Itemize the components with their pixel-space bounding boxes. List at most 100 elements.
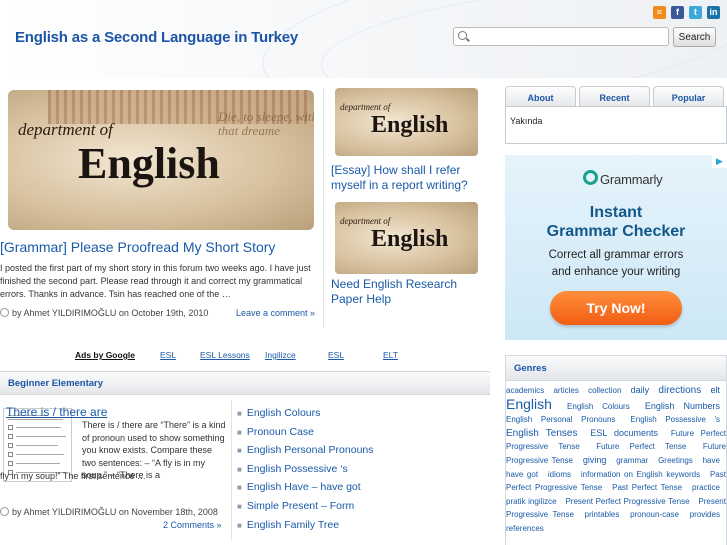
tag-link[interactable]: references bbox=[506, 524, 544, 533]
adchoices-icon[interactable]: ▶ bbox=[712, 155, 727, 168]
category-header: Beginner Elementary bbox=[0, 371, 490, 395]
post-meta-text: by Ahmet YILDIRIMOĞLU on November 18th, … bbox=[12, 507, 218, 517]
tab-about[interactable]: About bbox=[505, 86, 576, 107]
ads-by-google-label[interactable]: Ads by Google bbox=[75, 350, 135, 360]
tag-link[interactable]: ESL documents bbox=[590, 428, 658, 438]
bullet-icon: ■ bbox=[237, 501, 242, 511]
tag-link[interactable]: have got bbox=[506, 470, 538, 479]
twitter-icon[interactable]: t bbox=[689, 6, 702, 19]
leave-comment-link[interactable]: Leave a comment » bbox=[236, 308, 315, 318]
bullet-icon: ■ bbox=[237, 464, 242, 474]
image-caption-word: English bbox=[371, 112, 449, 138]
sidebar-tabs: About Recent Popular bbox=[505, 86, 727, 107]
tag-link[interactable]: English Colours bbox=[567, 402, 630, 411]
tab-recent[interactable]: Recent bbox=[579, 86, 650, 107]
side-post-image[interactable]: department of English bbox=[335, 88, 478, 156]
image-caption-word: English bbox=[78, 139, 220, 188]
tag-link[interactable]: printables bbox=[585, 510, 620, 519]
featured-post-excerpt: I posted the first part of my short stor… bbox=[0, 263, 311, 299]
category-title[interactable]: Beginner Elementary bbox=[8, 378, 103, 389]
tag-link[interactable]: information on English keywords bbox=[581, 470, 700, 479]
try-now-button[interactable]: Try Now! bbox=[550, 291, 682, 325]
tag-link[interactable]: practice bbox=[692, 483, 720, 492]
bullet-icon: ■ bbox=[237, 409, 242, 418]
list-item[interactable]: ■ English Family Tree bbox=[237, 518, 374, 537]
tag-link[interactable]: Future Perfect Tense bbox=[596, 442, 686, 451]
category-post-title[interactable]: There is / there are bbox=[6, 405, 107, 419]
category-post-excerpt-end: fly in my soup!” The first sentence … bbox=[0, 471, 146, 481]
featured-post-title[interactable]: [Grammar] Please Proofread My Short Stor… bbox=[0, 239, 275, 255]
ad-link[interactable]: ELT bbox=[383, 350, 398, 360]
ad-link[interactable]: Ingilizce bbox=[265, 350, 296, 360]
search-icon bbox=[458, 31, 467, 40]
image-caption-dept: department of bbox=[340, 102, 391, 112]
list-item[interactable]: ■ Pronoun Case bbox=[237, 425, 374, 444]
tag-link[interactable]: grammar bbox=[616, 456, 648, 465]
ad-links-row: Ads by Google ESL ESL Lessons Ingilizce … bbox=[0, 350, 490, 362]
image-caption-dept: department of bbox=[340, 216, 391, 226]
search-button[interactable]: Search bbox=[673, 27, 716, 47]
category-post-meta: by Ahmet YILDIRIMOĞLU on November 18th, … bbox=[0, 507, 218, 517]
bullet-icon: ■ bbox=[237, 446, 242, 456]
genres-panel: academics articles collection daily dire… bbox=[505, 380, 727, 545]
divider bbox=[231, 400, 232, 540]
tag-link[interactable]: Present Perfect Progressive Tense bbox=[565, 497, 689, 506]
tag-cloud: academics articles collection daily dire… bbox=[506, 384, 726, 536]
bullet-icon: ■ bbox=[237, 520, 242, 530]
tag-link[interactable]: English bbox=[506, 396, 552, 412]
rss-icon[interactable]: ≈ bbox=[653, 6, 666, 19]
tag-link[interactable]: English Personal Pronouns bbox=[506, 415, 615, 424]
facebook-icon[interactable]: f bbox=[671, 6, 684, 19]
featured-post-image[interactable]: department of English Die, to sleepe, wi… bbox=[8, 90, 314, 230]
bullet-icon: ■ bbox=[237, 483, 242, 493]
tag-link[interactable]: elt bbox=[710, 385, 720, 395]
site-title[interactable]: English as a Second Language in Turkey bbox=[15, 29, 298, 46]
image-caption-dept: department of bbox=[18, 120, 113, 139]
tag-link[interactable]: directions bbox=[658, 385, 701, 396]
side-post-image[interactable]: department of English bbox=[335, 202, 478, 274]
tag-link[interactable]: English Tenses bbox=[506, 428, 577, 439]
search-box bbox=[453, 27, 669, 46]
tag-link[interactable]: Past Perfect Tense bbox=[612, 483, 682, 492]
tag-link[interactable]: daily bbox=[631, 385, 650, 395]
list-item[interactable]: ■ English Possessive ‘s bbox=[237, 462, 374, 481]
search-input[interactable] bbox=[470, 29, 665, 44]
tag-link[interactable]: pratik ingilizce bbox=[506, 497, 557, 506]
tag-link[interactable]: idioms bbox=[548, 470, 571, 479]
list-item[interactable]: ■ Simple Present – Form bbox=[237, 499, 374, 518]
tag-link[interactable]: English Possessive 's bbox=[630, 415, 720, 424]
genres-title: Genres bbox=[514, 363, 547, 374]
tag-link[interactable]: collection bbox=[588, 386, 621, 395]
side-post-title[interactable]: Need English Research Paper Help bbox=[331, 277, 491, 307]
tag-link[interactable]: giving bbox=[583, 455, 607, 465]
ad-brand: Grammarly bbox=[600, 172, 663, 187]
tab-popular[interactable]: Popular bbox=[653, 86, 724, 107]
tab-panel: Yakında bbox=[505, 106, 727, 144]
grammarly-ad[interactable]: Grammarly Instant Grammar Checker Correct… bbox=[505, 155, 727, 340]
comments-link[interactable]: 2 Comments » bbox=[163, 520, 222, 530]
featured-post-meta: by Ahmet YILDIRIMOĞLU on October 19th, 2… bbox=[0, 308, 208, 318]
category-link-list: ■ English Colours ■ Pronoun Case ■ English … bbox=[237, 406, 374, 536]
ad-link[interactable]: ESL bbox=[328, 350, 344, 360]
tag-link[interactable]: provides bbox=[690, 510, 720, 519]
tag-link[interactable]: pronoun-case bbox=[630, 510, 679, 519]
ad-headline: Instant Grammar Checker bbox=[546, 204, 686, 240]
tag-link[interactable]: have bbox=[703, 456, 720, 465]
tag-link[interactable]: articles bbox=[553, 386, 578, 395]
list-item[interactable]: ■ English Personal Pronouns bbox=[237, 443, 374, 462]
image-background-text: Die, to sleepe, with that dreame bbox=[218, 109, 314, 138]
linkedin-icon[interactable]: in bbox=[707, 6, 720, 19]
clock-icon bbox=[0, 507, 9, 516]
bullet-icon: ■ bbox=[237, 427, 242, 437]
ad-link[interactable]: ESL bbox=[160, 350, 176, 360]
tag-link[interactable]: academics bbox=[506, 386, 544, 395]
tab-content: Yakında bbox=[510, 116, 543, 126]
side-post-title[interactable]: [Essay] How shall I refer myself in a re… bbox=[331, 163, 491, 193]
tag-link[interactable]: English Numbers bbox=[645, 401, 720, 411]
list-item[interactable]: ■ English Colours bbox=[237, 406, 374, 425]
divider bbox=[323, 88, 324, 328]
tag-link[interactable]: Greetings bbox=[658, 456, 693, 465]
list-item[interactable]: ■ English Have – have got bbox=[237, 480, 374, 499]
image-caption-word: English bbox=[371, 226, 449, 252]
ad-link[interactable]: ESL Lessons bbox=[200, 350, 250, 360]
